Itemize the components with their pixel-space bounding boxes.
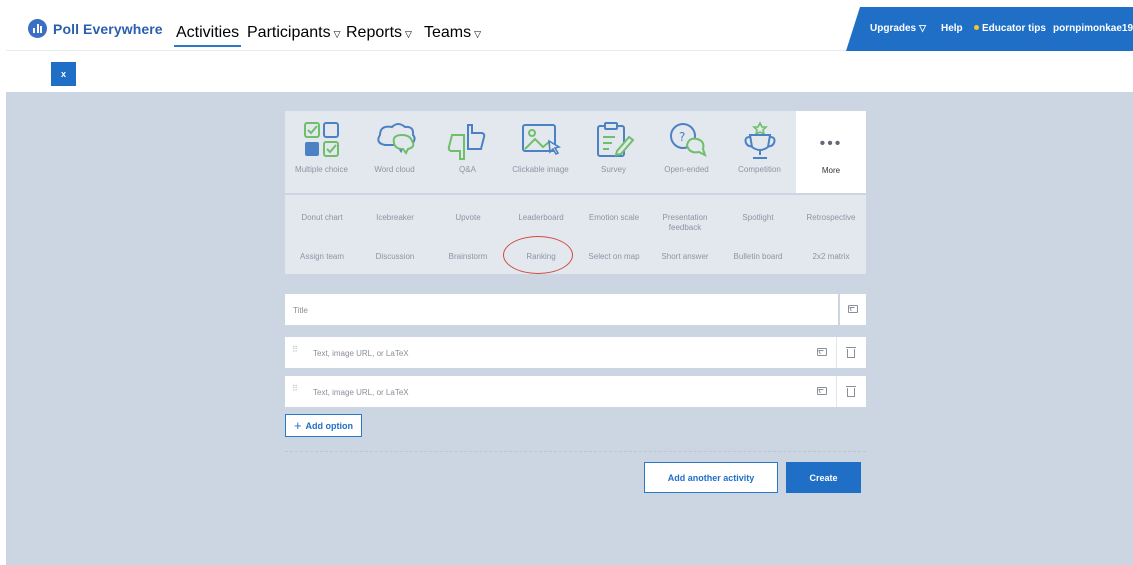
drag-handle-icon[interactable]: ⠿ bbox=[292, 385, 298, 393]
upgrades-label: Upgrades bbox=[870, 23, 917, 34]
activity-select-on-map[interactable]: Select on map bbox=[577, 252, 651, 262]
activity-presentation-feedback[interactable]: Presentation feedback bbox=[647, 213, 723, 233]
trash-icon[interactable] bbox=[846, 386, 856, 397]
divider bbox=[836, 337, 837, 368]
create-button[interactable]: Create bbox=[786, 462, 861, 493]
activity-upvote[interactable]: Upvote bbox=[431, 213, 505, 223]
chevron-down-icon: ▽ bbox=[405, 29, 412, 39]
poll-everywhere-logo-icon bbox=[28, 19, 47, 38]
activity-type-survey[interactable]: Survey bbox=[577, 111, 650, 193]
close-button[interactable]: x bbox=[51, 62, 76, 86]
activity-emotion-scale[interactable]: Emotion scale bbox=[577, 213, 651, 223]
upgrades-link[interactable]: Upgrades ▽ bbox=[870, 23, 926, 34]
title-image-button[interactable] bbox=[840, 294, 866, 325]
educator-tips-label: Educator tips bbox=[982, 23, 1046, 34]
clickable-image-icon bbox=[521, 124, 561, 156]
title-placeholder: Title bbox=[293, 306, 308, 315]
image-icon[interactable] bbox=[817, 387, 827, 395]
top-navigation-bar: Poll Everywhere Activities Participants ▽… bbox=[6, 7, 1133, 51]
nav-reports[interactable]: Reports ▽ bbox=[346, 24, 412, 42]
activity-2x2-matrix[interactable]: 2x2 matrix bbox=[794, 252, 868, 262]
user-menu[interactable]: pornpimonkae192 bbox=[1053, 23, 1133, 34]
open-ended-icon: ? bbox=[669, 123, 707, 157]
activity-type-label: Multiple choice bbox=[295, 165, 348, 174]
activity-type-more[interactable]: ••• More bbox=[796, 111, 866, 193]
activity-brainstorm[interactable]: Brainstorm bbox=[431, 252, 505, 262]
activity-spotlight[interactable]: Spotlight bbox=[721, 213, 795, 223]
image-icon[interactable] bbox=[817, 348, 827, 356]
option-row: ⠿ Text, image URL, or LaTeX bbox=[285, 376, 866, 407]
nav-reports-label: Reports bbox=[346, 24, 403, 41]
add-option-button[interactable]: + Add option bbox=[285, 414, 362, 437]
activity-type-qa[interactable]: Q&A bbox=[431, 111, 504, 193]
survey-icon bbox=[596, 122, 634, 157]
more-dots-icon: ••• bbox=[819, 135, 843, 152]
activity-type-label: Competition bbox=[738, 165, 781, 174]
activity-discussion[interactable]: Discussion bbox=[358, 252, 432, 262]
activity-type-label: Survey bbox=[601, 165, 626, 174]
activity-icebreaker[interactable]: Icebreaker bbox=[358, 213, 432, 223]
activity-leaderboard[interactable]: Leaderboard bbox=[504, 213, 578, 223]
image-icon bbox=[848, 305, 858, 313]
add-another-activity-button[interactable]: Add another activity bbox=[644, 462, 778, 493]
trash-icon[interactable] bbox=[846, 347, 856, 358]
activity-retrospective[interactable]: Retrospective bbox=[794, 213, 868, 223]
option-input[interactable]: Text, image URL, or LaTeX bbox=[313, 388, 409, 397]
multiple-choice-icon bbox=[303, 122, 339, 157]
svg-text:?: ? bbox=[679, 130, 685, 144]
logo[interactable]: Poll Everywhere bbox=[28, 19, 163, 38]
brand-name: Poll Everywhere bbox=[53, 20, 163, 37]
divider bbox=[836, 376, 837, 407]
nav-teams[interactable]: Teams ▽ bbox=[424, 24, 481, 42]
more-activity-types: Donut chart Icebreaker Upvote Leaderboar… bbox=[285, 195, 866, 274]
page: Poll Everywhere Activities Participants ▽… bbox=[0, 0, 1133, 565]
activity-type-label: Q&A bbox=[459, 165, 476, 174]
educator-tips-link[interactable]: Educator tips bbox=[974, 23, 1046, 34]
activity-assign-team[interactable]: Assign team bbox=[285, 252, 359, 262]
nav-participants[interactable]: Participants ▽ bbox=[247, 24, 341, 42]
add-option-label: Add option bbox=[305, 420, 354, 431]
activity-type-label: Clickable image bbox=[512, 165, 569, 174]
activity-type-label: Word cloud bbox=[374, 165, 415, 174]
chevron-down-icon: ▽ bbox=[474, 29, 482, 39]
nav-participants-label: Participants bbox=[247, 24, 331, 41]
qa-thumbs-icon bbox=[447, 124, 485, 160]
help-link[interactable]: Help bbox=[941, 23, 963, 34]
activity-type-clickable-image[interactable]: Clickable image bbox=[504, 111, 577, 193]
divider bbox=[285, 451, 866, 452]
activity-type-picker: Multiple choice Word cloud Q&A Clickable… bbox=[285, 111, 866, 193]
activity-short-answer[interactable]: Short answer bbox=[648, 252, 722, 262]
nav-teams-label: Teams bbox=[424, 24, 472, 41]
option-input[interactable]: Text, image URL, or LaTeX bbox=[313, 349, 409, 358]
activity-type-competition[interactable]: Competition bbox=[723, 111, 796, 193]
activity-donut-chart[interactable]: Donut chart bbox=[285, 213, 359, 223]
activity-type-label: Open-ended bbox=[664, 165, 709, 174]
plus-icon: + bbox=[293, 417, 302, 433]
chevron-down-icon: ▽ bbox=[333, 29, 341, 39]
chevron-down-icon: ▽ bbox=[919, 23, 927, 33]
activity-type-word-cloud[interactable]: Word cloud bbox=[358, 111, 431, 193]
activity-type-label: More bbox=[821, 166, 841, 175]
option-row: ⠿ Text, image URL, or LaTeX bbox=[285, 337, 866, 368]
ranking-highlight-annotation bbox=[503, 236, 573, 274]
title-field[interactable]: Title bbox=[285, 294, 838, 325]
drag-handle-icon[interactable]: ⠿ bbox=[292, 346, 298, 354]
activity-bulletin-board[interactable]: Bulletin board bbox=[721, 252, 795, 262]
account-menu-band: Upgrades ▽ Help Educator tips pornpimonka… bbox=[846, 7, 1133, 51]
word-cloud-icon bbox=[376, 123, 416, 155]
status-dot-icon bbox=[974, 25, 979, 30]
activity-type-multiple-choice[interactable]: Multiple choice bbox=[285, 111, 358, 193]
activity-type-open-ended[interactable]: ? Open-ended bbox=[650, 111, 723, 193]
competition-trophy-icon bbox=[744, 121, 775, 159]
nav-activities[interactable]: Activities bbox=[173, 24, 242, 47]
